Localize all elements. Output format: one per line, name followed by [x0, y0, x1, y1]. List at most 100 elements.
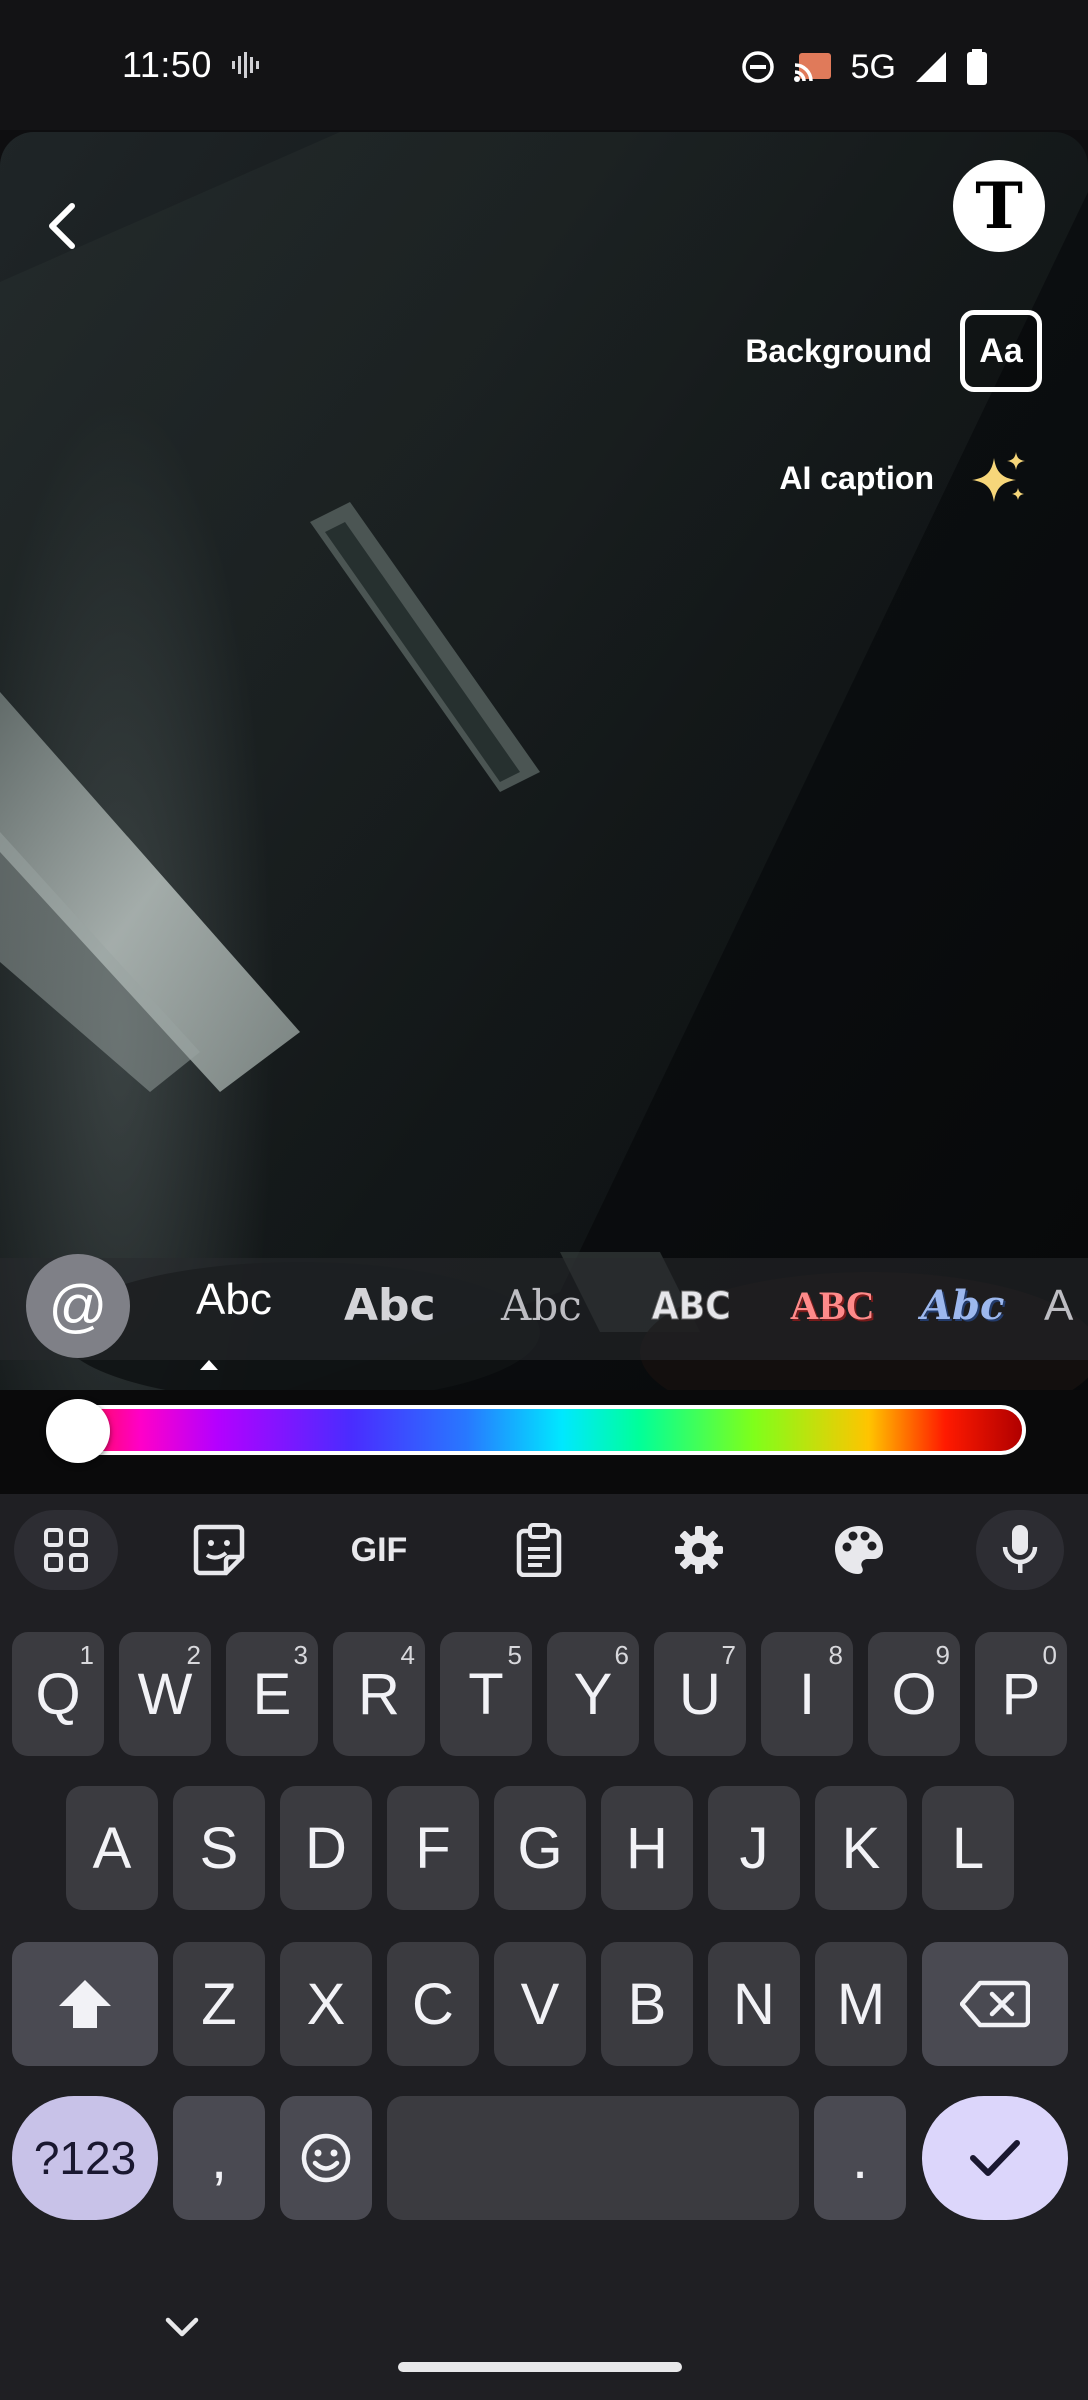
space-key[interactable] — [387, 2096, 799, 2220]
key-hint: 9 — [935, 1640, 950, 1670]
key-e[interactable]: E3 — [226, 1632, 318, 1756]
grid-icon — [44, 1528, 88, 1572]
chevron-down-icon[interactable] — [162, 2314, 202, 2342]
key-v[interactable]: V — [494, 1942, 586, 2066]
at-sign-icon: @ — [48, 1273, 108, 1339]
key-hint: 0 — [1042, 1640, 1057, 1670]
emoji-key[interactable] — [280, 2096, 372, 2220]
key-label: O — [891, 1661, 937, 1727]
key-l[interactable]: L — [922, 1786, 1014, 1910]
key-u[interactable]: U7 — [654, 1632, 746, 1756]
clipboard-icon — [516, 1523, 562, 1577]
key-hint: 5 — [507, 1640, 522, 1670]
gif-button[interactable]: GIF — [324, 1510, 434, 1590]
key-h[interactable]: H — [601, 1786, 693, 1910]
key-label: E — [252, 1661, 292, 1727]
ai-caption-label: AI caption — [779, 459, 934, 496]
selected-font-indicator — [200, 1360, 218, 1370]
sparkles-icon — [972, 452, 1025, 502]
background-label: Background — [745, 332, 932, 369]
key-label: U — [679, 1661, 721, 1727]
background-icon: Aa — [960, 310, 1042, 392]
key-t[interactable]: T5 — [440, 1632, 532, 1756]
ai-caption-button[interactable]: AI caption — [779, 450, 1028, 506]
apps-grid-button[interactable] — [14, 1510, 118, 1590]
status-icons: 5G — [741, 42, 988, 92]
key-s[interactable]: S — [173, 1786, 265, 1910]
key-hint: 8 — [828, 1640, 843, 1670]
battery-icon — [967, 49, 987, 85]
key-label: I — [798, 1661, 816, 1727]
backspace-key[interactable] — [922, 1942, 1068, 2066]
enter-key[interactable] — [922, 2096, 1068, 2220]
voice-input-button[interactable] — [976, 1510, 1064, 1590]
mention-button[interactable]: @ — [26, 1254, 130, 1358]
period-key[interactable]: . — [814, 2096, 906, 2220]
key-a[interactable]: A — [66, 1786, 158, 1910]
back-button[interactable] — [30, 186, 94, 266]
key-o[interactable]: O9 — [868, 1632, 960, 1756]
font-option-partial[interactable]: A — [1044, 1276, 1073, 1336]
font-option-red-gradient[interactable]: ABC — [790, 1276, 874, 1336]
key-n[interactable]: N — [708, 1942, 800, 2066]
color-slider-thumb[interactable] — [46, 1399, 110, 1463]
key-m[interactable]: M — [815, 1942, 907, 2066]
key-i[interactable]: I8 — [761, 1632, 853, 1756]
font-option-regular[interactable]: Abc — [196, 1270, 272, 1330]
key-j[interactable]: J — [708, 1786, 800, 1910]
status-time: 11:50 — [122, 44, 212, 85]
key-w[interactable]: W2 — [119, 1632, 211, 1756]
text-style-button[interactable]: T — [953, 160, 1045, 252]
emoji-icon — [301, 2133, 351, 2183]
do-not-disturb-icon — [741, 51, 774, 83]
key-r[interactable]: R4 — [333, 1632, 425, 1756]
key-k[interactable]: K — [815, 1786, 907, 1910]
key-label: W — [137, 1661, 193, 1727]
key-x[interactable]: X — [280, 1942, 372, 2066]
key-z[interactable]: Z — [173, 1942, 265, 2066]
key-hint: 2 — [186, 1640, 201, 1670]
key-q[interactable]: Q1 — [12, 1632, 104, 1756]
sound-wave-icon — [232, 52, 259, 78]
backspace-icon — [960, 1980, 1030, 2028]
symbols-key[interactable]: ?123 — [12, 2096, 158, 2220]
shift-arrow-icon — [59, 1980, 111, 2028]
font-option-bold[interactable]: Abc — [344, 1276, 436, 1336]
comma-key[interactable]: , — [173, 2096, 265, 2220]
font-option-typewriter[interactable]: Abc — [501, 1276, 582, 1336]
key-label: Y — [573, 1661, 613, 1727]
key-c[interactable]: C — [387, 1942, 479, 2066]
gear-icon — [675, 1526, 723, 1574]
signal-icon — [916, 52, 946, 82]
key-y[interactable]: Y6 — [547, 1632, 639, 1756]
microphone-icon — [1002, 1525, 1038, 1573]
sticker-icon — [193, 1524, 245, 1576]
shift-key[interactable] — [12, 1942, 158, 2066]
key-b[interactable]: B — [601, 1942, 693, 2066]
key-p[interactable]: P0 — [975, 1632, 1067, 1756]
color-slider-track[interactable] — [60, 1405, 1026, 1455]
key-g[interactable]: G — [494, 1786, 586, 1910]
key-hint: 1 — [79, 1640, 94, 1670]
cast-icon — [793, 53, 831, 82]
key-hint: 3 — [293, 1640, 308, 1670]
key-hint: 4 — [400, 1640, 415, 1670]
clipboard-button[interactable] — [484, 1510, 594, 1590]
chevron-left-icon — [49, 203, 75, 249]
theme-button[interactable] — [804, 1510, 914, 1590]
font-option-blackletter[interactable]: Abc — [921, 1276, 1004, 1336]
key-hint: 7 — [721, 1640, 736, 1670]
font-option-condensed-bold[interactable]: ABC — [651, 1276, 731, 1336]
home-indicator[interactable] — [398, 2362, 682, 2372]
status-bar: 11:50 5G — [0, 0, 1088, 130]
palette-icon — [835, 1526, 883, 1574]
background-toggle[interactable]: Background Aa — [745, 310, 1042, 392]
key-f[interactable]: F — [387, 1786, 479, 1910]
settings-button[interactable] — [644, 1510, 754, 1590]
keyboard: GIF Q1 W2 E3 R4 T5 Y6 U7 I8 O9 P0 A S D … — [0, 1494, 1088, 2400]
key-label: T — [468, 1661, 504, 1727]
sticker-button[interactable] — [164, 1510, 274, 1590]
key-d[interactable]: D — [280, 1786, 372, 1910]
key-label: R — [358, 1661, 400, 1727]
key-label: P — [1001, 1661, 1041, 1727]
